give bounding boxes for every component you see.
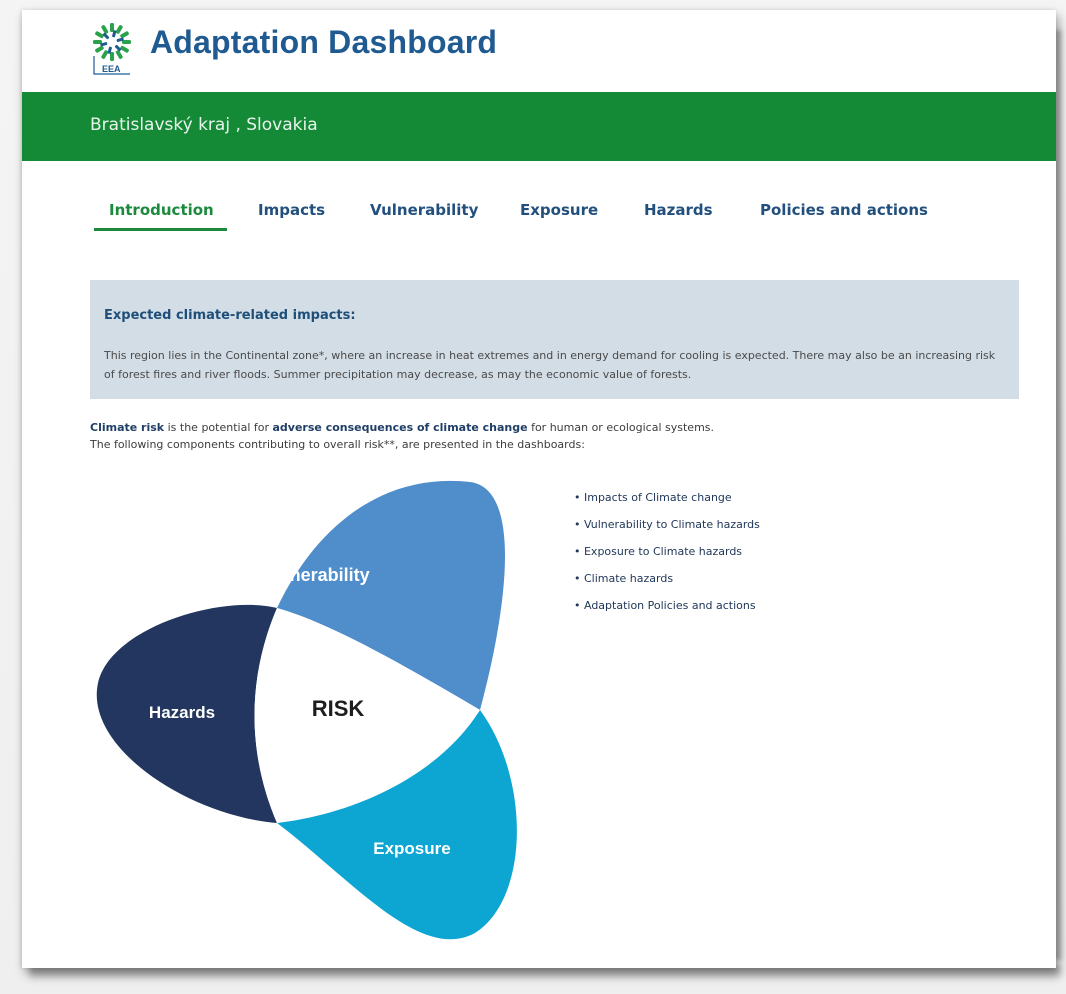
intro-text-2: for human or ecological systems.: [527, 421, 715, 434]
impacts-info-text: This region lies in the Continental zone…: [104, 349, 996, 381]
frame-shadow-bottom: [30, 966, 1060, 980]
intro-text-1: is the potential for: [164, 421, 273, 434]
tab-bar: Introduction Impacts Vulnerability Expos…: [94, 195, 994, 235]
list-item: • Vulnerability to Climate hazards: [574, 518, 760, 531]
intro-term-adverse: adverse consequences of climate change: [272, 421, 528, 434]
eea-sun-logo-icon[interactable]: EEA: [90, 22, 134, 76]
impacts-info-box: Expected climate-related impacts: This r…: [90, 280, 1019, 399]
vulnerability-label: Vulnerability: [262, 565, 369, 585]
tab-introduction[interactable]: Introduction: [109, 201, 214, 219]
app-title: Adaptation Dashboard: [150, 24, 498, 60]
intro-line-1: Climate risk is the potential for advers…: [90, 419, 990, 436]
impacts-info-title: Expected climate-related impacts:: [104, 308, 356, 323]
eea-logo-text: EEA: [102, 64, 121, 74]
risk-diagram: Vulnerability Hazards RISK Exposure: [96, 480, 517, 940]
intro-term-climate-risk: Climate risk: [90, 421, 165, 434]
risk-components-list: • Impacts of Climate change • Vulnerabil…: [574, 489, 934, 624]
tab-exposure[interactable]: Exposure: [520, 201, 598, 219]
tab-hazards[interactable]: Hazards: [644, 201, 713, 219]
list-item: • Adaptation Policies and actions: [574, 599, 756, 612]
tab-impacts[interactable]: Impacts: [258, 201, 325, 219]
list-item: • Impacts of Climate change: [574, 491, 732, 504]
list-item: • Exposure to Climate hazards: [574, 545, 743, 558]
climate-risk-intro: Climate risk is the potential for advers…: [90, 419, 990, 453]
tab-vulnerability[interactable]: Vulnerability: [370, 201, 478, 219]
app-header: EEA Adaptation Dashboard: [22, 10, 1056, 92]
intro-line-2: The following components contributing to…: [90, 438, 585, 451]
tab-policies-and-actions[interactable]: Policies and actions: [760, 201, 928, 219]
exposure-label: Exposure: [373, 839, 450, 858]
risk-label: RISK: [312, 696, 365, 721]
frame-shadow-right: [1055, 30, 1063, 960]
list-item: • Climate hazards: [574, 572, 674, 585]
region-name: Bratislavský kraj , Slovakia: [90, 115, 318, 135]
tab-active-underline: [94, 228, 227, 231]
hazards-label: Hazards: [149, 703, 215, 722]
region-bar: Bratislavský kraj , Slovakia: [22, 92, 1056, 161]
